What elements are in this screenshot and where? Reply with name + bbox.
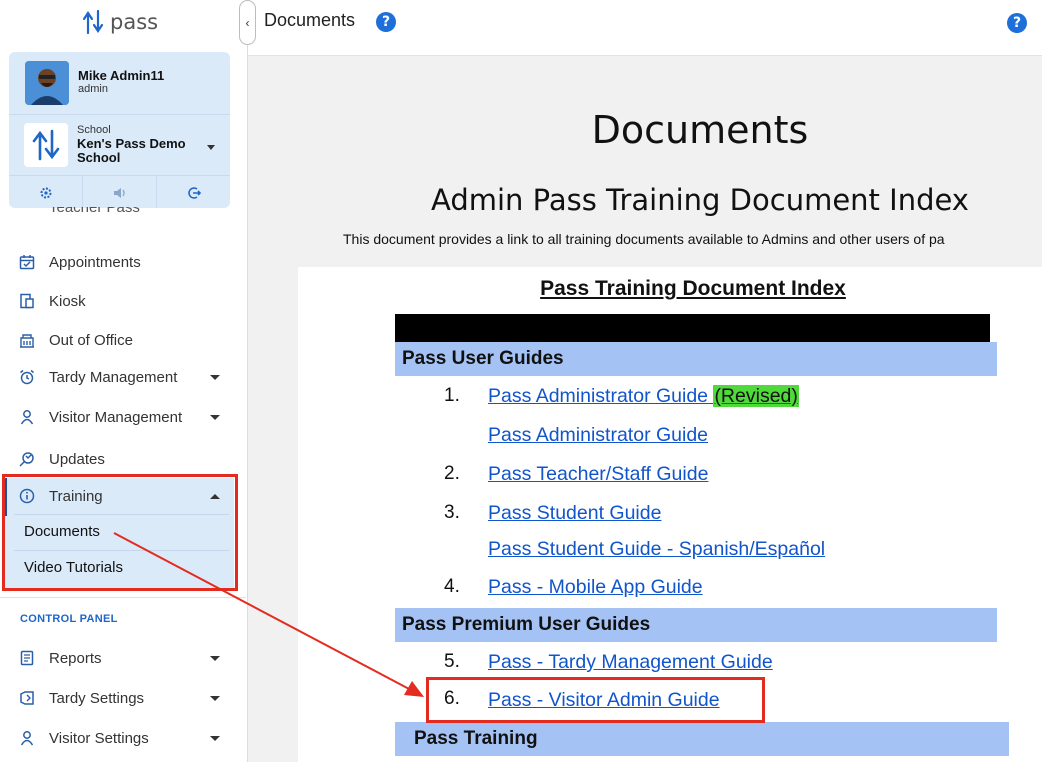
annotation-arrow — [113, 532, 424, 697]
